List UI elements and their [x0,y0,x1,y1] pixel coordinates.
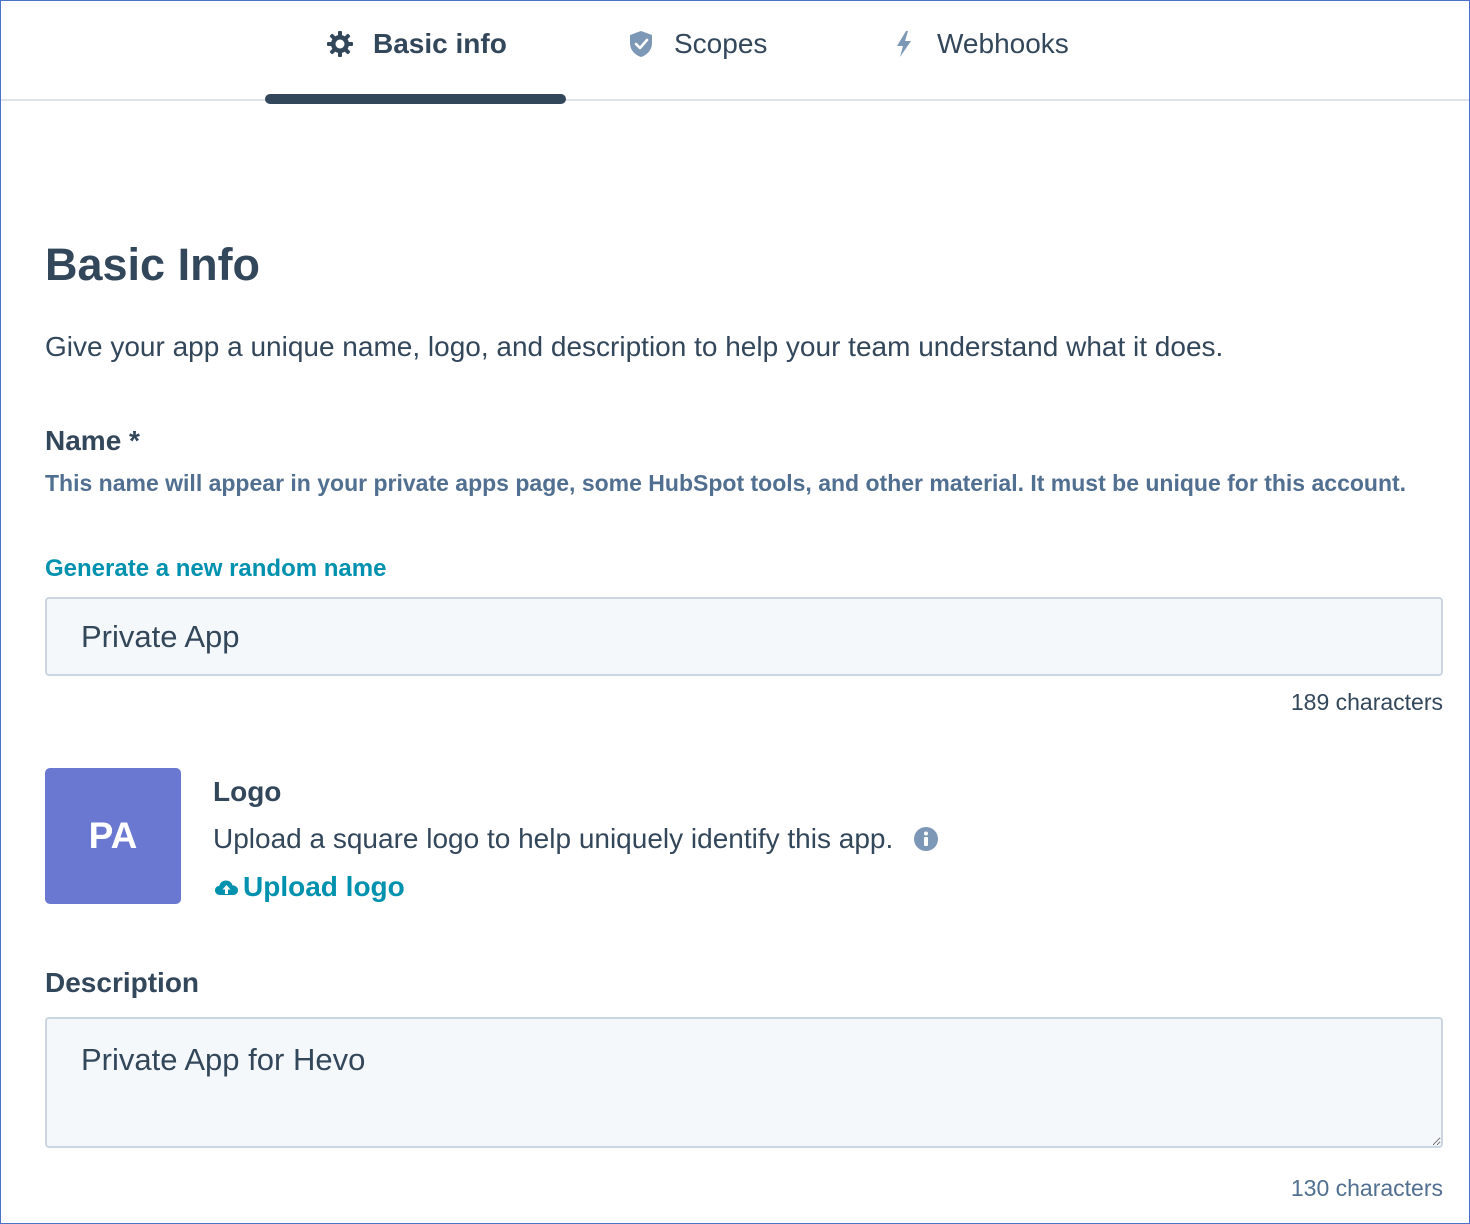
cloud-upload-icon [213,873,241,901]
description-value: Private App for Hevo [81,1042,366,1077]
tab-webhooks-label: Webhooks [937,28,1069,59]
tab-basic-info-label: Basic info [373,28,507,59]
logo-initials: PA [88,815,138,856]
tab-webhooks[interactable]: Webhooks [889,1,1069,93]
upload-logo-label: Upload logo [243,871,405,902]
logo-description: Upload a square logo to help uniquely id… [213,823,939,855]
tab-bar: Basic info Scopes Webhooks [1,1,1469,104]
logo-label: Logo [213,776,282,807]
app-settings-panel: Basic info Scopes Webhooks Basic Info Gi… [0,0,1470,1224]
page-title: Basic Info [45,239,261,290]
tab-scopes[interactable]: Scopes [626,1,768,93]
description-label: Description [45,967,200,998]
generate-random-name-link[interactable]: Generate a new random name [45,555,386,583]
page-description: Give your app a unique name, logo, and d… [45,331,1224,362]
shield-icon [626,29,656,59]
name-char-count: 189 characters [1290,689,1443,715]
lightning-icon [889,29,919,59]
name-label: Name * [45,425,140,456]
name-help-text: This name will appear in your private ap… [45,470,1407,496]
tab-scopes-label: Scopes [674,28,768,59]
logo-description-text: Upload a square logo to help uniquely id… [213,823,894,854]
upload-logo-link[interactable]: Upload logo [213,871,405,903]
name-input[interactable]: Private App [45,597,1443,676]
logo-placeholder: PA [45,768,181,904]
active-tab-indicator [265,94,566,104]
resize-handle-icon[interactable] [1423,1128,1437,1146]
gear-icon [325,29,355,59]
info-icon[interactable] [913,826,939,852]
tab-basic-info[interactable]: Basic info [325,1,507,93]
description-char-count: 130 characters [1290,1175,1443,1201]
description-textarea[interactable]: Private App for Hevo [45,1017,1443,1148]
